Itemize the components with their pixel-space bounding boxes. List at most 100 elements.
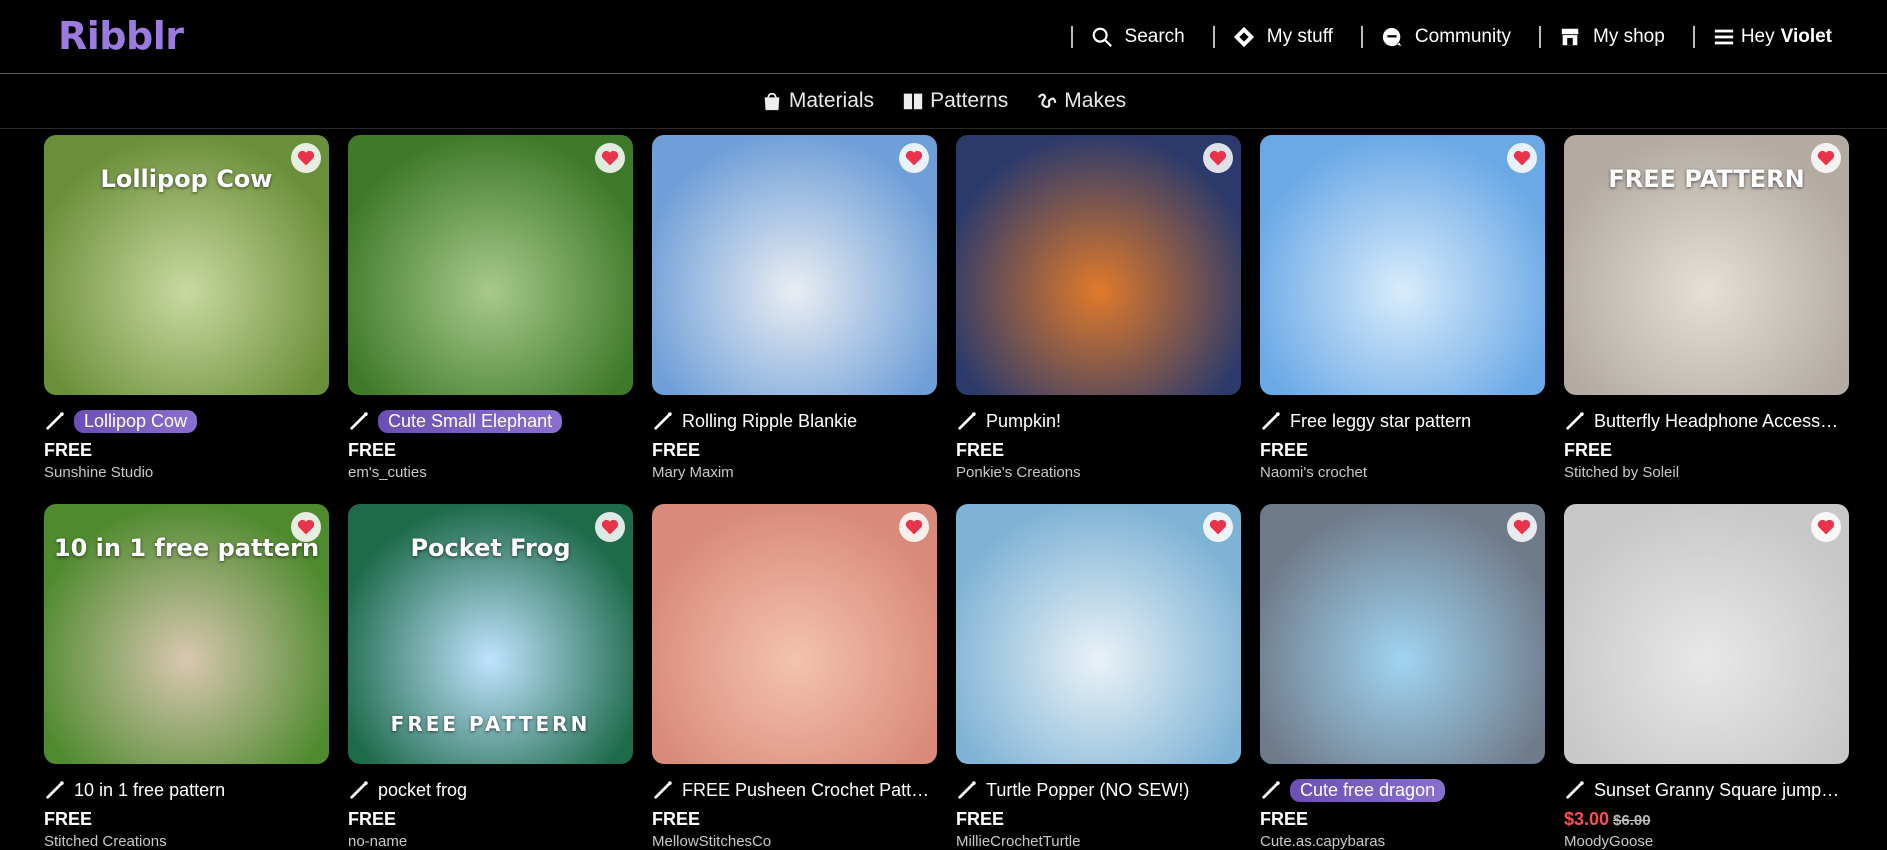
- tab-materials-label: Materials: [788, 89, 875, 112]
- pattern-title[interactable]: Turtle Popper (NO SEW!): [986, 780, 1189, 801]
- nav-search[interactable]: Search: [1091, 26, 1185, 48]
- card-title-row: Lollipop Cow: [44, 409, 329, 433]
- pattern-thumbnail[interactable]: FREE PATTERN: [1564, 135, 1849, 395]
- favorite-button[interactable]: [291, 143, 321, 173]
- pattern-thumbnail[interactable]: [1260, 135, 1545, 395]
- pattern-title[interactable]: FREE Pusheen Crochet Pattern: [682, 780, 932, 801]
- heart-icon: [1817, 150, 1835, 166]
- favorite-button[interactable]: [899, 512, 929, 542]
- tab-makes[interactable]: Makes: [1036, 89, 1126, 113]
- pattern-title[interactable]: 10 in 1 free pattern: [74, 780, 225, 801]
- designer-name[interactable]: Mary Maxim: [652, 464, 937, 481]
- pattern-card[interactable]: FREE PATTERN Butterfly Headphone Accesso…: [1564, 135, 1849, 481]
- nav-divider: [1539, 25, 1541, 48]
- book-icon: [903, 93, 923, 110]
- sale-price: $3.00: [1564, 809, 1610, 829]
- pattern-title[interactable]: Cute Small Elephant: [378, 409, 563, 433]
- favorite-button[interactable]: [595, 512, 625, 542]
- designer-name[interactable]: no-name: [348, 833, 633, 850]
- pattern-thumbnail[interactable]: [1564, 504, 1849, 764]
- favorite-button[interactable]: [1203, 143, 1233, 173]
- heart-icon: [1513, 150, 1531, 166]
- pattern-thumbnail[interactable]: Pocket Frog FREE PATTERN: [348, 504, 633, 764]
- pattern-card[interactable]: FREE Pusheen Crochet Pattern FREE Mellow…: [652, 504, 937, 850]
- nav-community-label: Community: [1414, 25, 1511, 47]
- logo[interactable]: Ribblr: [58, 14, 184, 58]
- nav-my-shop[interactable]: My shop: [1559, 26, 1665, 48]
- pattern-card[interactable]: Free leggy star pattern FREE Naomi's cro…: [1260, 135, 1545, 481]
- pattern-title[interactable]: Pumpkin!: [986, 411, 1061, 432]
- pattern-thumbnail[interactable]: [1260, 504, 1545, 764]
- favorite-button[interactable]: [1507, 143, 1537, 173]
- pattern-title[interactable]: Cute free dragon: [1290, 778, 1446, 802]
- nav-divider: [1070, 25, 1073, 48]
- main-nav: Search My stuff Community My shop Hey Vi…: [1043, 0, 1832, 73]
- designer-name[interactable]: Stitched Creations: [44, 833, 329, 850]
- pattern-title[interactable]: Sunset Granny Square jumpsuit: [1594, 780, 1844, 801]
- pattern-title[interactable]: Free leggy star pattern: [1290, 411, 1471, 432]
- pattern-card[interactable]: 10 in 1 free pattern 10 in 1 free patter…: [44, 504, 329, 850]
- designer-name[interactable]: MoodyGoose: [1564, 833, 1849, 850]
- favorite-button[interactable]: [291, 512, 321, 542]
- price: FREE: [44, 809, 329, 830]
- card-title-row: Cute Small Elephant: [348, 409, 633, 433]
- nav-community[interactable]: Community: [1381, 26, 1511, 48]
- tab-materials[interactable]: Materials: [761, 89, 874, 113]
- designer-name[interactable]: Cute.as.capybaras: [1260, 833, 1545, 850]
- tab-patterns[interactable]: Patterns: [902, 89, 1008, 113]
- pattern-title[interactable]: Lollipop Cow: [74, 409, 198, 433]
- designer-name[interactable]: Naomi's crochet: [1260, 464, 1545, 481]
- nav-my-stuff[interactable]: My stuff: [1233, 26, 1333, 48]
- nav-my-stuff-label: My stuff: [1266, 25, 1333, 47]
- price-label: FREE: [348, 440, 397, 460]
- designer-name[interactable]: Sunshine Studio: [44, 464, 329, 481]
- price: FREE: [652, 809, 937, 830]
- pattern-card[interactable]: Pocket Frog FREE PATTERN pocket frog FRE…: [348, 504, 633, 850]
- designer-name[interactable]: Ponkie's Creations: [956, 464, 1241, 481]
- card-title-row: pocket frog: [348, 778, 633, 802]
- user-menu[interactable]: Hey Violet: [1713, 26, 1832, 48]
- favorite-button[interactable]: [1811, 143, 1841, 173]
- pattern-card[interactable]: Lollipop Cow Lollipop Cow FREE Sunshine …: [44, 135, 329, 481]
- pattern-card[interactable]: Rolling Ripple Blankie FREE Mary Maxim: [652, 135, 937, 481]
- price: FREE: [348, 809, 633, 830]
- category-nav: Materials Patterns Makes: [0, 74, 1887, 129]
- designer-name[interactable]: MillieCrochetTurtle: [956, 833, 1241, 850]
- favorite-button[interactable]: [1811, 512, 1841, 542]
- pattern-card[interactable]: Cute free dragon FREE Cute.as.capybaras: [1260, 504, 1545, 850]
- pattern-card[interactable]: Sunset Granny Square jumpsuit $3.00 $6.00…: [1564, 504, 1849, 850]
- crochet-hook-icon: [958, 781, 976, 799]
- pattern-thumbnail[interactable]: [652, 504, 937, 764]
- card-title-row: Turtle Popper (NO SEW!): [956, 778, 1241, 802]
- pattern-card[interactable]: Pumpkin! FREE Ponkie's Creations: [956, 135, 1241, 481]
- pattern-thumbnail[interactable]: [956, 135, 1241, 395]
- favorite-button[interactable]: [595, 143, 625, 173]
- search-icon: [1092, 27, 1112, 47]
- designer-name[interactable]: Stitched by Soleil: [1564, 464, 1849, 481]
- crochet-hook-icon: [46, 412, 64, 430]
- designer-name[interactable]: MellowStitchesCo: [652, 833, 937, 850]
- user-name: Violet: [1780, 25, 1832, 47]
- crochet-hook-icon: [654, 781, 672, 799]
- designer-name[interactable]: em's_cuties: [348, 464, 633, 481]
- pattern-thumbnail[interactable]: 10 in 1 free pattern: [44, 504, 329, 764]
- crochet-hook-icon: [350, 412, 368, 430]
- heart-icon: [297, 519, 315, 535]
- pattern-title[interactable]: Rolling Ripple Blankie: [682, 411, 857, 432]
- pattern-thumbnail[interactable]: [348, 135, 633, 395]
- price: FREE: [1260, 440, 1545, 461]
- favorite-button[interactable]: [1203, 512, 1233, 542]
- pattern-thumbnail[interactable]: Lollipop Cow: [44, 135, 329, 395]
- favorite-button[interactable]: [899, 143, 929, 173]
- nav-divider: [1212, 25, 1215, 48]
- pattern-card[interactable]: Turtle Popper (NO SEW!) FREE MillieCroch…: [956, 504, 1241, 850]
- pattern-title[interactable]: pocket frog: [378, 780, 467, 801]
- pattern-thumbnail[interactable]: [652, 135, 937, 395]
- price-label: FREE: [956, 809, 1005, 829]
- stuff-icon: [1233, 26, 1254, 47]
- pattern-card[interactable]: Cute Small Elephant FREE em's_cuties: [348, 135, 633, 481]
- heart-icon: [905, 519, 923, 535]
- pattern-title[interactable]: Butterfly Headphone Accessory: [1594, 411, 1844, 432]
- pattern-thumbnail[interactable]: [956, 504, 1241, 764]
- favorite-button[interactable]: [1507, 512, 1537, 542]
